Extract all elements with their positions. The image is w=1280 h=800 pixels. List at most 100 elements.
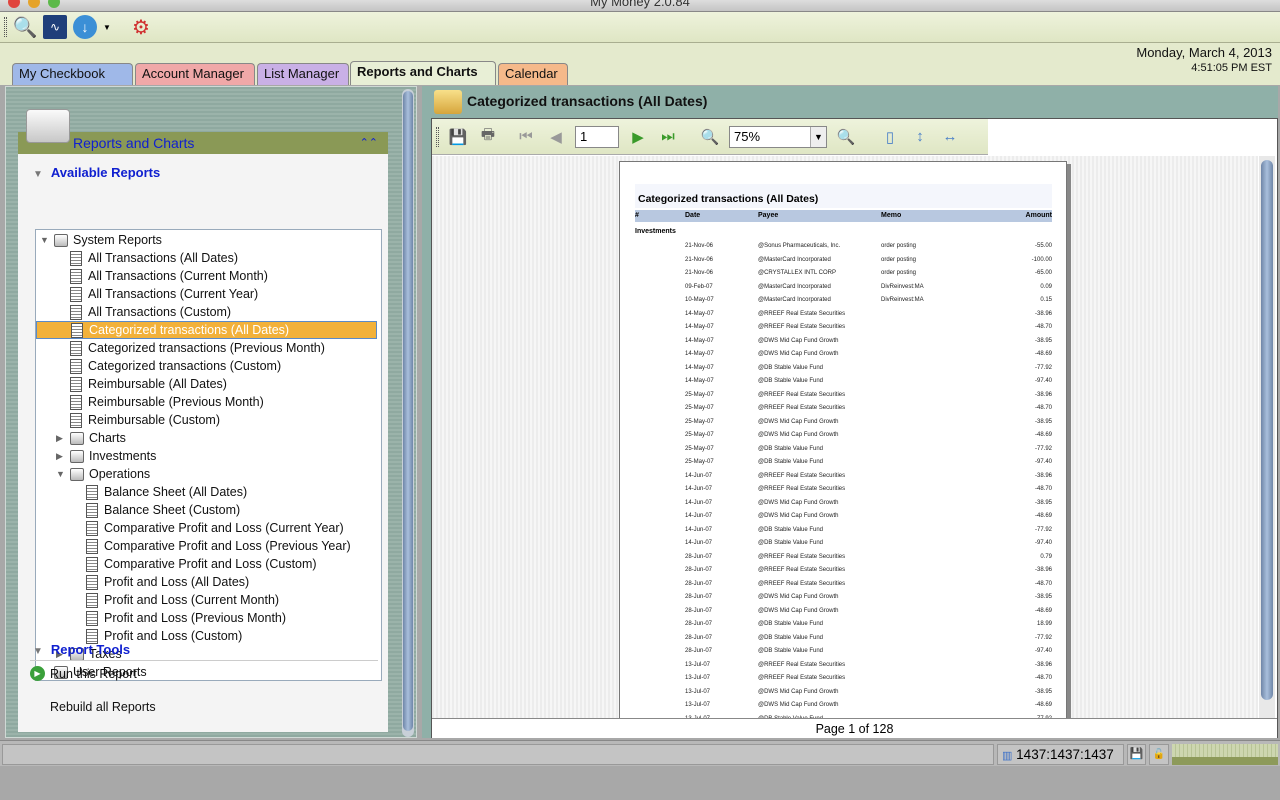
panel-header[interactable]: Reports and Charts ⌃⌃ bbox=[18, 132, 388, 154]
tree-report-item[interactable]: Comparative Profit and Loss (Custom) bbox=[72, 555, 317, 573]
table-cell: 13-Jul-07 bbox=[685, 661, 711, 668]
viewer-toolbar: 💾 🖶 ⏮ ◀ 1 ▶ ⏭ 🔍 75% ▼ 🔍 ▯ ↕ ↔ bbox=[432, 119, 988, 155]
tab-my-checkbook[interactable]: My Checkbook bbox=[12, 63, 133, 85]
viewer-scrollbar[interactable] bbox=[1259, 156, 1275, 718]
table-cell: -48.69 bbox=[1034, 351, 1052, 357]
fit-width-icon[interactable]: ↔ bbox=[939, 126, 961, 148]
report-tools-header[interactable]: ▼ Report Tools bbox=[33, 642, 130, 657]
table-cell: @DB Stable Value Fund bbox=[758, 526, 824, 533]
tab-account-manager[interactable]: Account Manager bbox=[135, 63, 255, 85]
table-cell: -38.96 bbox=[1034, 472, 1052, 479]
first-page-icon[interactable]: ⏮ bbox=[515, 126, 537, 148]
table-row: 25-May-07 @RREEF Real Estate Securities -4… bbox=[635, 402, 1052, 414]
tree-folder[interactable]: ▼ System Reports bbox=[40, 231, 162, 249]
fit-page-icon[interactable]: ▯ bbox=[879, 126, 901, 148]
book-icon: ▥ bbox=[1002, 750, 1013, 762]
table-cell: order posting bbox=[881, 256, 917, 263]
zoom-out-icon[interactable]: 🔍 bbox=[835, 126, 857, 148]
run-report-button[interactable]: ▶ Run this Report bbox=[30, 666, 137, 681]
tree-report-item[interactable]: Profit and Loss (All Dates) bbox=[72, 573, 249, 591]
save-icon[interactable]: 💾 bbox=[447, 126, 469, 148]
chevron-down-icon[interactable]: ▼ bbox=[810, 126, 826, 147]
minimize-button[interactable] bbox=[28, 0, 40, 8]
tree-report-item[interactable]: All Transactions (Current Year) bbox=[56, 285, 258, 303]
download-icon[interactable]: ↓ bbox=[73, 15, 97, 39]
table-cell: @DB Stable Value Fund bbox=[758, 445, 824, 452]
tree-report-item[interactable]: Profit and Loss (Previous Month) bbox=[72, 609, 286, 627]
tree-folder[interactable]: ▶ Charts bbox=[56, 429, 126, 447]
scrollbar-thumb[interactable] bbox=[403, 91, 413, 731]
tree-item-label: Operations bbox=[89, 467, 151, 481]
collapse-icon[interactable]: ⌃⌃ bbox=[360, 132, 378, 154]
tree-item-label: Balance Sheet (Custom) bbox=[104, 503, 241, 517]
fit-height-icon[interactable]: ↕ bbox=[909, 126, 931, 148]
table-cell: 0.09 bbox=[1040, 283, 1052, 290]
tree-folder[interactable]: ▶ Investments bbox=[56, 447, 156, 465]
search-icon[interactable]: 🔍 bbox=[13, 15, 38, 39]
settings-gear-icon[interactable]: ⚙ bbox=[129, 15, 153, 39]
table-cell: @RREEF Real Estate Securities bbox=[758, 405, 846, 411]
tab-reports-and-charts[interactable]: Reports and Charts bbox=[350, 61, 496, 85]
tree-report-item[interactable]: Categorized transactions (Previous Month… bbox=[56, 339, 325, 357]
tree-report-item[interactable]: Balance Sheet (All Dates) bbox=[72, 483, 247, 501]
tree-report-item[interactable]: Comparative Profit and Loss (Current Yea… bbox=[72, 519, 344, 537]
collapsed-triangle-icon[interactable]: ▶ bbox=[56, 429, 70, 447]
tree-folder[interactable]: ▼ Operations bbox=[56, 465, 150, 483]
report-column-headers: # Date Payee Memo Amount bbox=[635, 210, 1052, 222]
table-cell: -77.92 bbox=[1034, 445, 1052, 452]
tree-report-item[interactable]: All Transactions (All Dates) bbox=[56, 249, 238, 267]
table-row: 25-May-07 @DB Stable Value Fund -77.92 bbox=[635, 443, 1052, 455]
chart-icon[interactable]: ∿ bbox=[43, 15, 67, 39]
tree-report-item[interactable]: Categorized transactions (Custom) bbox=[56, 357, 281, 375]
table-cell: @DB Stable Value Fund bbox=[758, 459, 824, 465]
tree-report-item[interactable]: Profit and Loss (Current Month) bbox=[72, 591, 279, 609]
tree-report-item[interactable]: All Transactions (Custom) bbox=[56, 303, 231, 321]
table-cell: -38.96 bbox=[1034, 661, 1052, 668]
sidebar-scrollbar[interactable] bbox=[402, 89, 414, 737]
scrollbar-thumb[interactable] bbox=[1261, 160, 1273, 700]
tree-report-item[interactable]: All Transactions (Current Month) bbox=[56, 267, 268, 285]
table-cell: @RREEF Real Estate Securities bbox=[758, 391, 846, 398]
toolbar-grip[interactable] bbox=[436, 126, 439, 147]
zoom-in-icon[interactable]: 🔍 bbox=[699, 126, 721, 148]
tree-item-label: System Reports bbox=[73, 233, 162, 247]
dropdown-arrow-icon[interactable]: ▼ bbox=[103, 23, 111, 32]
column-header: Memo bbox=[881, 212, 902, 219]
tree-report-item[interactable]: Comparative Profit and Loss (Previous Ye… bbox=[72, 537, 351, 555]
close-button[interactable] bbox=[8, 0, 20, 8]
print-icon[interactable]: 🖶 bbox=[477, 126, 499, 148]
toolbar-grip[interactable] bbox=[4, 17, 7, 37]
save-status-icon[interactable]: 💾 bbox=[1127, 744, 1146, 765]
table-cell: @RREEF Real Estate Securities bbox=[758, 567, 846, 573]
tab-calendar[interactable]: Calendar bbox=[498, 63, 568, 85]
lock-icon[interactable]: 🔓 bbox=[1149, 744, 1169, 765]
rebuild-reports-button[interactable]: Rebuild all Reports bbox=[50, 700, 156, 714]
table-cell: 21-Nov-06 bbox=[685, 256, 714, 263]
tree-report-item[interactable]: Categorized transactions (All Dates) bbox=[36, 321, 377, 339]
expanded-triangle-icon[interactable]: ▼ bbox=[56, 465, 70, 483]
table-cell: @DB Stable Value Fund bbox=[758, 648, 824, 654]
available-reports-header[interactable]: ▼ Available Reports bbox=[33, 165, 160, 180]
zoom-select[interactable]: 75% ▼ bbox=[729, 125, 827, 148]
page-number-input[interactable]: 1 bbox=[575, 125, 619, 148]
tree-report-item[interactable]: Reimbursable (Previous Month) bbox=[56, 393, 264, 411]
status-bar: ▥ 1437:1437:1437 💾 🔓 bbox=[0, 740, 1280, 766]
previous-page-icon[interactable]: ◀ bbox=[545, 126, 567, 148]
table-cell: 13-Jul-07 bbox=[685, 702, 711, 708]
zoom-button[interactable] bbox=[48, 0, 60, 8]
tree-report-item[interactable]: Balance Sheet (Custom) bbox=[72, 501, 240, 519]
next-page-icon[interactable]: ▶ bbox=[627, 126, 649, 148]
expanded-triangle-icon[interactable]: ▼ bbox=[40, 231, 54, 249]
tree-report-item[interactable]: Reimbursable (All Dates) bbox=[56, 375, 227, 393]
table-cell: @DWS Mid Cap Fund Growth bbox=[758, 432, 839, 438]
collapsed-triangle-icon[interactable]: ▶ bbox=[56, 447, 70, 465]
table-row: 14-May-07 @RREEF Real Estate Securities -4… bbox=[635, 321, 1052, 333]
tree-report-item[interactable]: Reimbursable (Custom) bbox=[56, 411, 220, 429]
tree-item-label: All Transactions (Custom) bbox=[88, 305, 232, 319]
zoom-value: 75% bbox=[734, 128, 761, 144]
title-bar: My Money 2.0.84 bbox=[0, 0, 1280, 12]
table-cell: -48.69 bbox=[1034, 702, 1052, 708]
last-page-icon[interactable]: ⏭ bbox=[657, 126, 679, 148]
tab-list-manager[interactable]: List Manager bbox=[257, 63, 349, 85]
table-cell: DivReinvest:MA bbox=[881, 297, 924, 303]
